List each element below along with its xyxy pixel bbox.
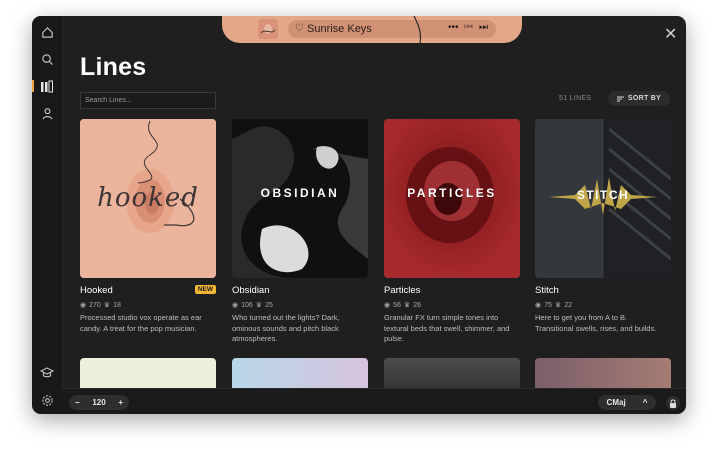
- samples-icon: ♛: [554, 302, 562, 309]
- card-stats: ◉ 270 ♛ 18: [80, 301, 121, 310]
- search-input[interactable]: [80, 92, 216, 109]
- card-art-text: OBSIDIAN: [260, 186, 340, 200]
- samples-icon: ♛: [403, 302, 411, 309]
- samples-icon: ♛: [255, 302, 263, 309]
- card-description: Here to get you from A to B. Transitiona…: [535, 313, 657, 333]
- now-playing-waveform-line: [413, 16, 422, 43]
- card-stats: ◉ 75 ♛ 22: [535, 301, 572, 310]
- line-card-partial[interactable]: [384, 358, 520, 388]
- now-playing-title: Sunrise Keys: [307, 23, 372, 35]
- card-artwork[interactable]: OBSIDIAN: [232, 119, 368, 278]
- line-card-partial[interactable]: [80, 358, 216, 388]
- card-stats: ◉ 106 ♛ 25: [232, 301, 273, 310]
- card-title: Particles: [384, 285, 421, 296]
- card-art-text: STITCH: [576, 188, 630, 202]
- line-card-partial[interactable]: [232, 358, 368, 388]
- bottom-bar: [62, 388, 686, 414]
- samples-count: 22: [564, 301, 572, 309]
- card-artwork[interactable]: hooked: [80, 119, 216, 278]
- card-description: Who turned out the lights? Dark, ominous…: [232, 313, 340, 343]
- search-icon[interactable]: [38, 50, 56, 68]
- line-card-partial[interactable]: [535, 358, 671, 388]
- card-art-text: PARTICLES: [407, 186, 497, 200]
- close-icon[interactable]: ✕: [664, 24, 677, 44]
- plays-icon: ◉: [384, 302, 391, 309]
- card-title: Hooked: [80, 285, 113, 296]
- samples-count: 18: [113, 301, 121, 309]
- plays-icon: ◉: [535, 302, 542, 309]
- plays-count: 75: [544, 301, 552, 309]
- sort-icon: [616, 96, 624, 101]
- samples-count: 26: [413, 301, 421, 309]
- card-art-text: hooked: [97, 183, 199, 213]
- sort-by-button[interactable]: SORT BY: [608, 91, 670, 106]
- lock-icon[interactable]: [666, 396, 680, 410]
- card-title: Stitch: [535, 285, 559, 296]
- card-artwork[interactable]: STITCH: [535, 119, 671, 278]
- tempo-decrease-button[interactable]: −: [75, 398, 80, 407]
- tempo-increase-button[interactable]: +: [118, 398, 123, 407]
- more-options-button[interactable]: •••: [448, 22, 459, 33]
- sidebar-active-indicator: [32, 80, 34, 92]
- key-value: CMaj: [606, 398, 626, 407]
- tempo-value[interactable]: 120: [92, 398, 105, 407]
- sidebar: [32, 16, 63, 414]
- card-description: Processed studio vox operate as ear cand…: [80, 313, 202, 333]
- card-description: Granular FX turn simple tones into textu…: [384, 313, 510, 343]
- next-button[interactable]: ⏭: [479, 22, 488, 33]
- heart-icon[interactable]: ♡: [295, 23, 304, 34]
- app-window: ♡ Sunrise Keys ••• ⏮ ⏭ ✕ Lines 51 LINES …: [32, 16, 686, 414]
- home-icon[interactable]: [38, 23, 56, 41]
- now-playing-artwork[interactable]: [258, 19, 278, 39]
- graduation-cap-icon[interactable]: [38, 364, 56, 382]
- tempo-control: − 120 +: [69, 395, 129, 410]
- card-artwork[interactable]: PARTICLES: [384, 119, 520, 278]
- plays-icon: ◉: [232, 302, 239, 309]
- chevron-up-icon: ^: [642, 398, 648, 407]
- key-selector[interactable]: CMaj ^: [598, 395, 656, 410]
- page-title: Lines: [80, 53, 147, 81]
- user-icon[interactable]: [38, 104, 56, 122]
- samples-icon: ♛: [103, 302, 111, 309]
- card-title: Obsidian: [232, 285, 270, 296]
- plays-count: 106: [241, 301, 253, 309]
- library-icon[interactable]: [38, 77, 56, 95]
- new-badge: NEW: [194, 285, 216, 294]
- sort-by-label: SORT BY: [627, 95, 662, 102]
- card-stats: ◉ 56 ♛ 26: [384, 301, 421, 310]
- plays-icon: ◉: [80, 302, 87, 309]
- plays-count: 56: [393, 301, 401, 309]
- lines-count: 51 LINES: [559, 95, 592, 102]
- samples-count: 25: [265, 301, 273, 309]
- previous-button[interactable]: ⏮: [464, 22, 473, 33]
- plays-count: 270: [89, 301, 101, 309]
- gear-icon[interactable]: [38, 391, 56, 409]
